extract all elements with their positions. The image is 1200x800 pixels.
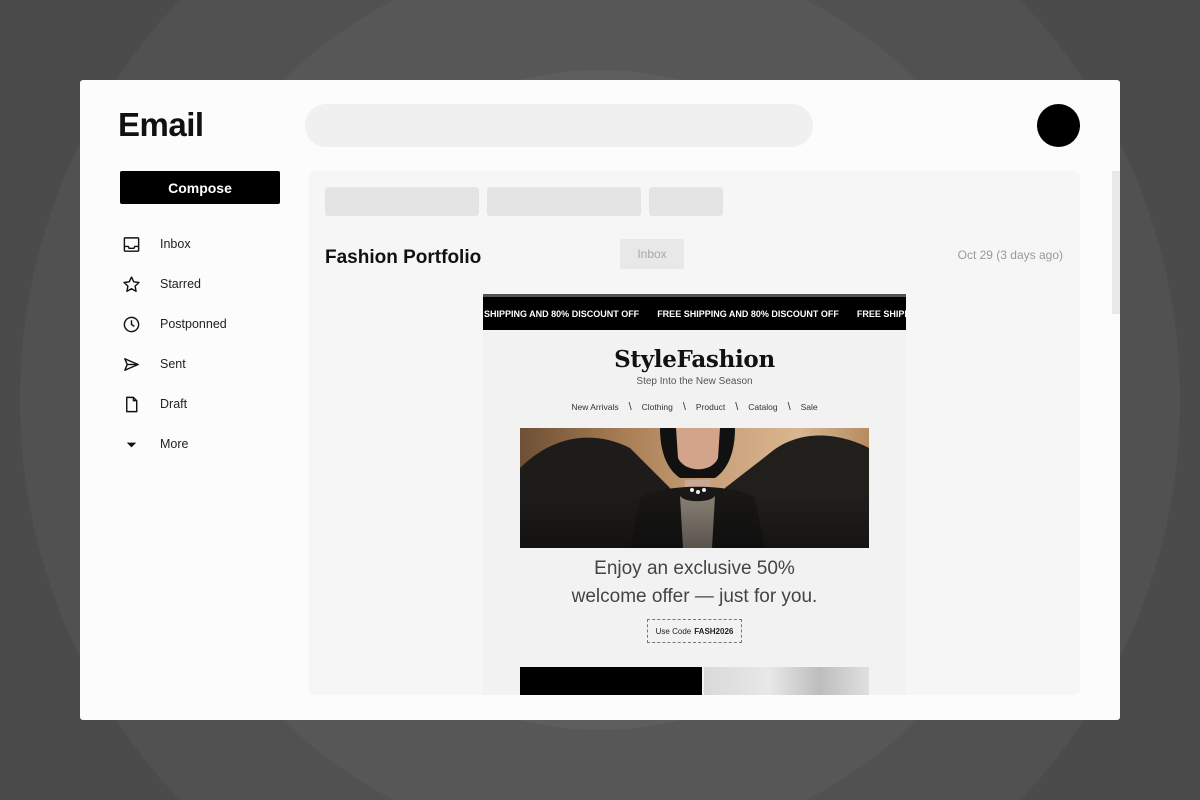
email-menu: New Arrivals \ Clothing \ Product \ Cata…: [483, 401, 906, 413]
sidebar-item-sent[interactable]: Sent: [120, 344, 227, 384]
email-menu-link[interactable]: Clothing: [642, 402, 673, 412]
ticker-text: SHIPPING AND 80% DISCOUNT OFF: [484, 308, 640, 319]
sidebar-item-label: Sent: [160, 357, 186, 371]
sidebar-item-label: Draft: [160, 397, 188, 411]
sidebar-item-label: More: [160, 437, 189, 451]
promo-code[interactable]: Use Code FASH2026: [647, 619, 742, 643]
star-icon: [120, 273, 142, 295]
app-title: Email: [118, 106, 204, 143]
menu-separator: \: [735, 401, 739, 413]
caret-down-icon: [120, 433, 142, 455]
message-label-badge[interactable]: Inbox: [620, 239, 684, 269]
brand-logo: StyleFashion: [614, 346, 775, 373]
promo-code-value: FASH2026: [694, 626, 734, 636]
menu-separator: \: [682, 401, 686, 413]
message-date: Oct 29 (3 days ago): [957, 248, 1063, 262]
email-app-window: Email Compose Inbox Starred Postponned S…: [80, 80, 1120, 720]
message-panel: Fashion Portfolio Inbox Oct 29 (3 days a…: [309, 171, 1080, 695]
sidebar-item-label: Starred: [160, 277, 201, 291]
menu-separator: \: [628, 401, 632, 413]
product-image-light[interactable]: [704, 667, 869, 695]
promo-ticker: SHIPPING AND 80% DISCOUNT OFF FREE SHIPP…: [483, 294, 906, 330]
avatar[interactable]: [1037, 104, 1080, 147]
ticker-text: FREE SHIPPING AND 80% DISCOUNT OFF: [856, 308, 906, 319]
ticker-text: FREE SHIPPING AND 80% DISCOUNT OFF: [657, 308, 839, 319]
scrollbar[interactable]: [1112, 171, 1120, 314]
email-body: SHIPPING AND 80% DISCOUNT OFF FREE SHIPP…: [483, 294, 906, 695]
email-menu-link[interactable]: Catalog: [748, 402, 777, 412]
promo-code-prefix: Use Code: [655, 626, 692, 636]
sidebar-item-postponned[interactable]: Postponned: [120, 304, 227, 344]
email-menu-link[interactable]: Sale: [801, 402, 818, 412]
compose-button[interactable]: Compose: [120, 171, 280, 204]
file-icon: [120, 393, 142, 415]
offer-headline: Enjoy an exclusive 50% welcome offer — j…: [483, 555, 906, 611]
sidebar-item-draft[interactable]: Draft: [120, 384, 227, 424]
message-subject: Fashion Portfolio: [325, 247, 482, 268]
sidebar-item-label: Postponned: [160, 317, 227, 331]
inbox-icon: [120, 233, 142, 255]
offer-line: welcome offer — just for you.: [571, 586, 818, 607]
sidebar-nav: Inbox Starred Postponned Sent Draft More: [120, 224, 227, 464]
email-menu-link[interactable]: Product: [696, 402, 725, 412]
sidebar-item-inbox[interactable]: Inbox: [120, 224, 227, 264]
hero-image: [520, 428, 869, 548]
search-input[interactable]: [305, 104, 813, 147]
email-menu-link[interactable]: New Arrivals: [571, 402, 618, 412]
toolbar-chip[interactable]: [487, 187, 641, 216]
send-icon: [120, 353, 142, 375]
sidebar-item-more[interactable]: More: [120, 424, 227, 464]
menu-separator: \: [787, 401, 791, 413]
brand-tagline: Step Into the New Season: [636, 376, 753, 387]
toolbar-chip[interactable]: [649, 187, 723, 216]
sidebar-item-label: Inbox: [160, 237, 191, 251]
toolbar-chip[interactable]: [325, 187, 479, 216]
offer-line: Enjoy an exclusive 50%: [594, 558, 795, 579]
product-image-dark[interactable]: [520, 667, 702, 695]
sidebar-item-starred[interactable]: Starred: [120, 264, 227, 304]
product-images: [520, 667, 869, 695]
clock-icon: [120, 313, 142, 335]
